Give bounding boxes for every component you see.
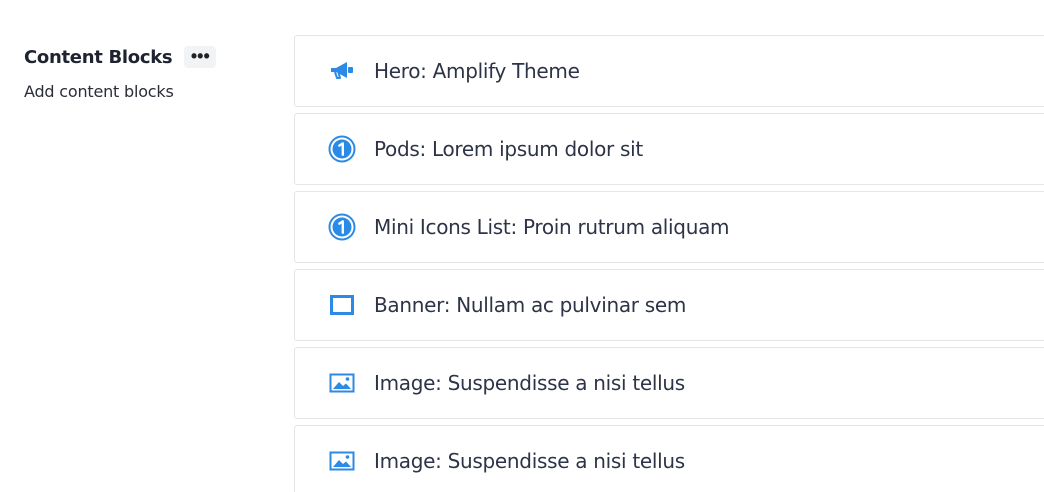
image-icon xyxy=(328,369,356,397)
content-block-label: Hero: Amplify Theme xyxy=(374,59,580,83)
section-header: Content Blocks ••• Add content blocks xyxy=(24,42,217,101)
image-icon xyxy=(328,447,356,475)
content-block-image[interactable]: Image: Suspendisse a nisi tellus xyxy=(294,425,1044,492)
content-block-label: Banner: Nullam ac pulvinar sem xyxy=(374,293,687,317)
content-blocks-page: Content Blocks ••• Add content blocks He… xyxy=(0,0,1044,492)
content-block-label: Mini Icons List: Proin rutrum aliquam xyxy=(374,215,730,239)
content-block-hero[interactable]: Hero: Amplify Theme xyxy=(294,35,1044,107)
content-block-banner[interactable]: Banner: Nullam ac pulvinar sem xyxy=(294,269,1044,341)
section-subtitle: Add content blocks xyxy=(24,82,174,101)
number-one-circle-icon xyxy=(328,213,356,241)
content-block-label: Image: Suspendisse a nisi tellus xyxy=(374,371,685,395)
content-block-image[interactable]: Image: Suspendisse a nisi tellus xyxy=(294,347,1044,419)
section-title: Content Blocks xyxy=(24,46,173,68)
more-options-button[interactable]: ••• xyxy=(184,46,217,68)
banner-frame-icon xyxy=(328,291,356,319)
number-one-circle-icon xyxy=(328,135,356,163)
content-block-pods[interactable]: Pods: Lorem ipsum dolor sit xyxy=(294,113,1044,185)
content-block-label: Pods: Lorem ipsum dolor sit xyxy=(374,137,643,161)
content-block-label: Image: Suspendisse a nisi tellus xyxy=(374,449,685,473)
content-block-mini-icons-list[interactable]: Mini Icons List: Proin rutrum aliquam xyxy=(294,191,1044,263)
content-blocks-list: Hero: Amplify Theme Pods: Lorem ipsum do… xyxy=(294,35,1044,492)
section-title-row: Content Blocks ••• xyxy=(24,42,217,72)
megaphone-icon xyxy=(328,57,356,85)
